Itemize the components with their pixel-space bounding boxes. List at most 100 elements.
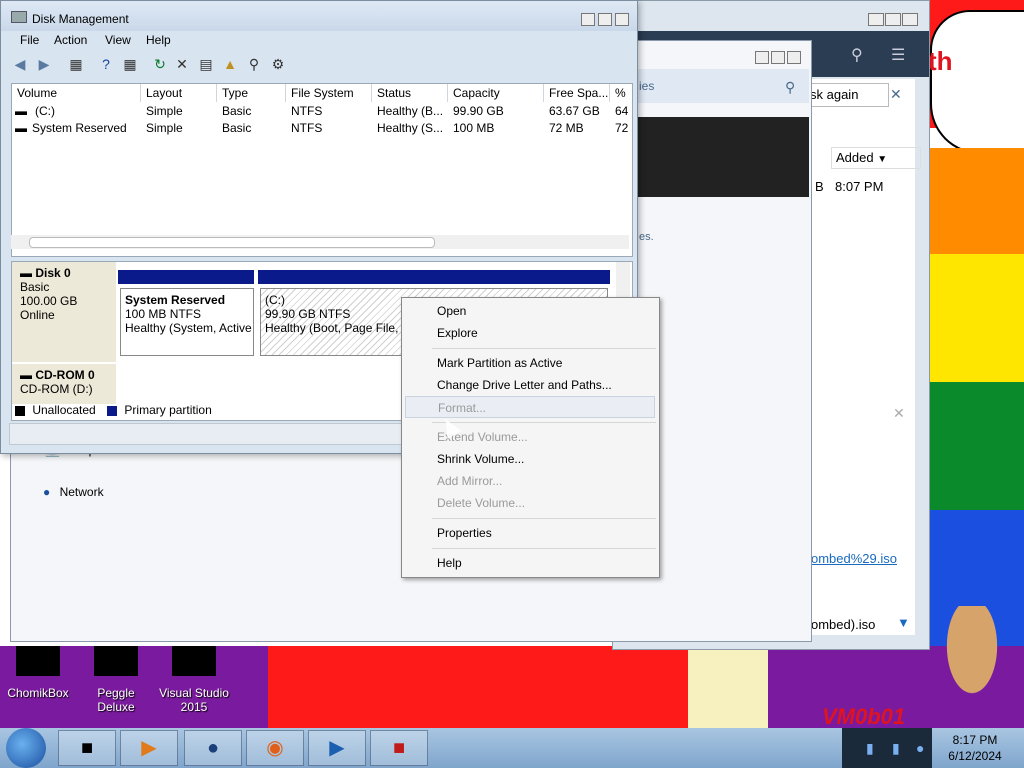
desktop-icon-visual-studio[interactable]: Visual Studio 2015 xyxy=(158,646,230,714)
legend-unallocated: Unallocated xyxy=(32,403,96,417)
tray-network-icon[interactable]: ▮ xyxy=(866,740,874,757)
back-icon[interactable]: ◀ xyxy=(11,55,29,73)
cdrom-drive: CD-ROM (D:) xyxy=(20,382,93,396)
toolbar: ◀ ▶ ▦ ? ▦ ↻ ✕ ▤ ▲ ⚲ ⚙ xyxy=(9,53,629,79)
taskbar-app-toolbox[interactable]: ■ xyxy=(370,730,428,766)
start-button[interactable] xyxy=(6,728,46,768)
minimize-button[interactable] xyxy=(755,51,769,64)
taskbar-app-firefox[interactable]: ◉ xyxy=(246,730,304,766)
menu-item-open[interactable]: Open xyxy=(405,300,655,322)
menu-item-shrink-volume[interactable]: Shrink Volume... xyxy=(405,448,655,470)
peggle-icon xyxy=(94,646,138,676)
taskbar-app-globe[interactable]: ● xyxy=(184,730,242,766)
clock[interactable]: 8:17 PM 6/12/2024 xyxy=(930,732,1020,764)
delete-icon[interactable]: ✕ xyxy=(173,55,191,73)
column-header-volume[interactable]: Volume xyxy=(12,84,141,102)
close-button[interactable] xyxy=(615,13,629,26)
minimize-button[interactable] xyxy=(581,13,595,26)
disk-icon: ▬ xyxy=(20,266,32,280)
refresh-icon[interactable]: ↻ xyxy=(151,55,169,73)
explorer-nav-network[interactable]: ● Network xyxy=(43,485,104,499)
close-button[interactable] xyxy=(787,51,801,64)
panel-close-icon[interactable]: ✕ xyxy=(893,405,905,422)
menu-item-mark-active[interactable]: Mark Partition as Active xyxy=(405,352,655,374)
menu-separator xyxy=(432,518,656,519)
column-header-status[interactable]: Status xyxy=(372,84,448,102)
menu-item-help[interactable]: Help xyxy=(405,552,655,574)
desktop-icon-label: ChomikBox xyxy=(7,686,69,700)
scrollbar-thumb[interactable] xyxy=(29,237,435,248)
cell-volume: System Reserved xyxy=(32,121,127,135)
menu-item-format[interactable]: Format... xyxy=(405,396,655,418)
search-icon[interactable]: ⚲ xyxy=(245,55,263,73)
tab-retry[interactable]: sk again xyxy=(805,83,889,107)
title-bar[interactable]: Disk Management xyxy=(1,1,637,31)
menu-item-explore[interactable]: Explore xyxy=(405,322,655,344)
cdrom-0-title: ▬ CD-ROM 0 xyxy=(20,368,108,382)
action-pane-icon[interactable]: ▦ xyxy=(121,55,139,73)
column-header-capacity[interactable]: Capacity xyxy=(448,84,544,102)
menu-item-delete-volume[interactable]: Delete Volume... xyxy=(405,492,655,514)
partition-bar-system-reserved xyxy=(118,270,254,284)
download-name: ombed).iso xyxy=(811,617,876,632)
clock-date: 6/12/2024 xyxy=(948,749,1002,763)
settings-icon[interactable]: ⚙ xyxy=(269,55,287,73)
menu-item-properties[interactable]: Properties xyxy=(405,522,655,544)
desktop-icon-label: Visual Studio 2015 xyxy=(159,686,229,714)
minimize-button[interactable] xyxy=(868,13,884,26)
menu-file[interactable]: File xyxy=(20,33,39,47)
menu-item-add-mirror[interactable]: Add Mirror... xyxy=(405,470,655,492)
volume-list[interactable]: Volume Layout Type File System Status Ca… xyxy=(11,83,633,257)
desktop-icon-chomikbox[interactable]: ChomikBox xyxy=(2,646,74,700)
tray-monitor-icon[interactable]: ▮ xyxy=(892,740,900,757)
column-header-percent[interactable]: % xyxy=(610,84,632,102)
menu-action[interactable]: Action xyxy=(54,33,87,47)
cell-percent: 72 xyxy=(615,121,629,135)
cell-layout: Simple xyxy=(146,121,183,135)
search-icon[interactable]: ⚲ xyxy=(851,45,863,65)
disk-0-header[interactable]: ▬ Disk 0 Basic 100.00 GB Online xyxy=(12,262,116,362)
horizontal-scrollbar[interactable] xyxy=(11,235,629,249)
table-row[interactable]: ▬ System Reserved Simple Basic NTFS Heal… xyxy=(12,120,632,137)
explorer-dark-strip xyxy=(637,117,809,197)
download-link[interactable]: ombed%29.iso xyxy=(811,551,897,566)
column-header-file-system[interactable]: File System xyxy=(286,84,372,102)
menu-help[interactable]: Help xyxy=(146,33,171,47)
properties-icon[interactable]: ▤ xyxy=(197,55,215,73)
table-row[interactable]: ▬ (C:) Simple Basic NTFS Healthy (B... 9… xyxy=(12,103,632,120)
tray-volume-icon[interactable]: ● xyxy=(916,740,924,756)
console-tree-icon[interactable]: ▦ xyxy=(67,55,85,73)
partition-system-reserved[interactable]: System Reserved 100 MB NTFS Healthy (Sys… xyxy=(120,288,254,356)
forward-icon[interactable]: ▶ xyxy=(35,55,53,73)
column-header-type[interactable]: Type xyxy=(217,84,286,102)
menu-item-change-drive-letter[interactable]: Change Drive Letter and Paths... xyxy=(405,374,655,396)
taskbar-app-filezilla[interactable]: ▶ xyxy=(308,730,366,766)
maximize-button[interactable] xyxy=(598,13,612,26)
maximize-button[interactable] xyxy=(885,13,901,26)
close-button[interactable] xyxy=(902,13,918,26)
menu-view[interactable]: View xyxy=(105,33,131,47)
explorer-fragment-1: ies xyxy=(639,79,655,93)
maximize-button[interactable] xyxy=(771,51,785,64)
desktop-icon-peggle[interactable]: Peggle Deluxe xyxy=(80,646,152,714)
chevron-down-icon[interactable]: ▼ xyxy=(897,615,910,630)
taskbar-app-media-player[interactable]: ▶ xyxy=(120,730,178,766)
cdrom-0-header[interactable]: ▬ CD-ROM 0 CD-ROM (D:) xyxy=(12,364,116,404)
tab-close-icon[interactable]: ✕ xyxy=(890,86,902,103)
menu-icon[interactable]: ☰ xyxy=(891,45,905,65)
search-icon[interactable]: ⚲ xyxy=(785,79,795,96)
disk-0-type: Basic xyxy=(20,280,50,294)
added-column-header[interactable]: Added ▼ xyxy=(831,147,921,169)
legend: Unallocated Primary partition xyxy=(11,401,411,419)
column-header-layout[interactable]: Layout xyxy=(141,84,217,102)
partition-bar-c xyxy=(258,270,610,284)
wallpaper-yellow-block xyxy=(688,646,768,728)
column-header-free-space[interactable]: Free Spa... xyxy=(544,84,610,102)
cell-type: Basic xyxy=(222,104,252,118)
menu-separator xyxy=(432,348,656,349)
open-folder-icon[interactable]: ▲ xyxy=(221,55,239,73)
disk-0-name: Disk 0 xyxy=(35,266,71,280)
taskbar-app-terminal[interactable]: ■ xyxy=(58,730,116,766)
help-icon[interactable]: ? xyxy=(97,55,115,73)
partition-label: System Reserved xyxy=(125,293,226,307)
